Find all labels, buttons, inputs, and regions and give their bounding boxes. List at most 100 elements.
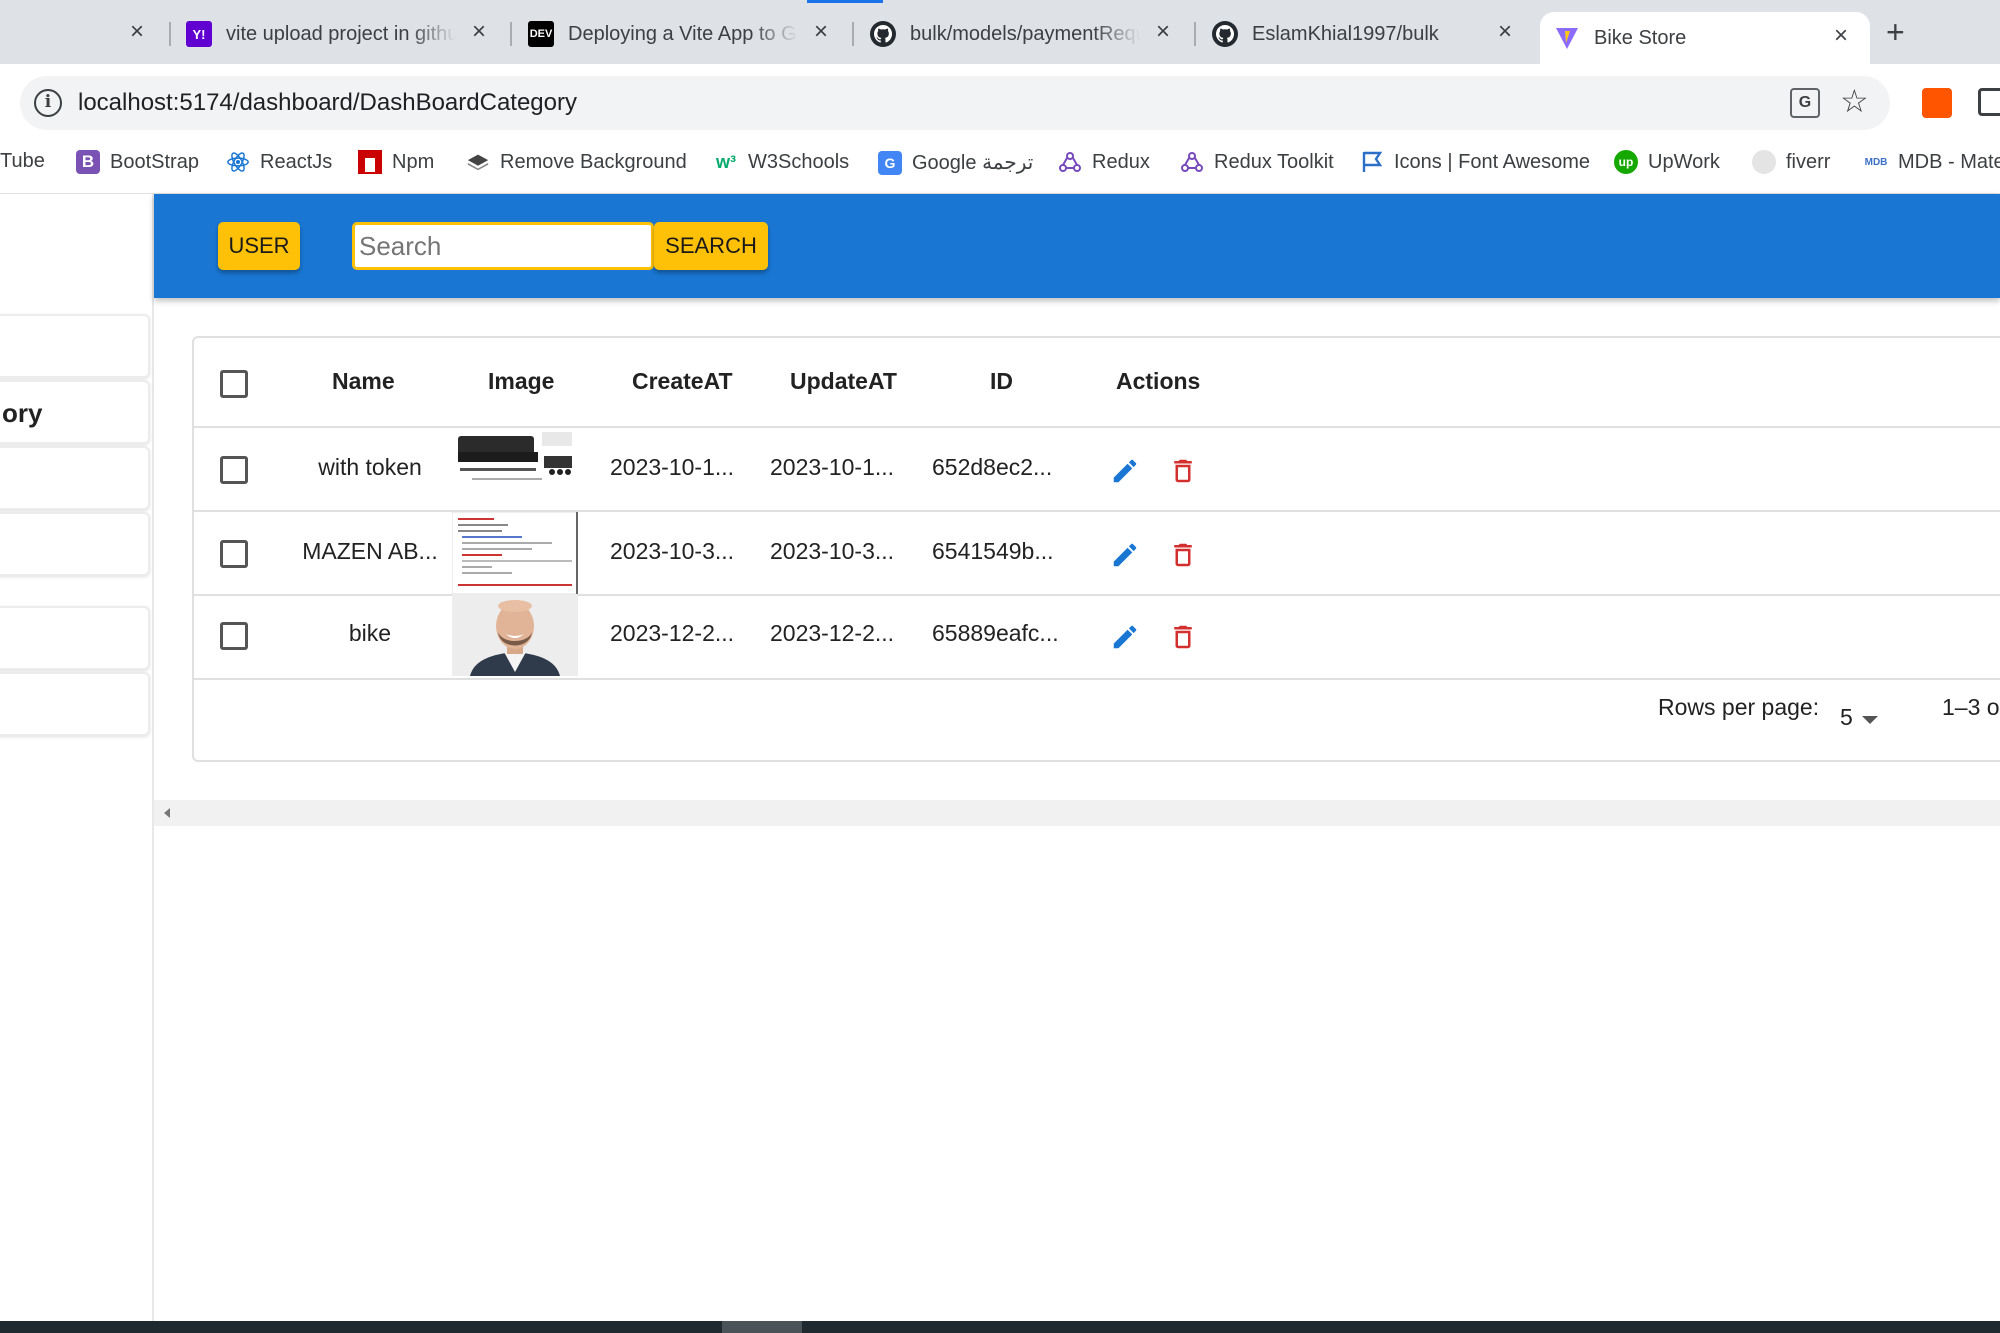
bookmark-label: W3Schools — [748, 150, 850, 173]
edit-icon[interactable] — [1110, 456, 1140, 486]
edit-icon[interactable] — [1110, 622, 1140, 652]
search-input[interactable] — [352, 222, 654, 270]
fiverr-icon — [1752, 150, 1776, 174]
sidebar-item-category[interactable]: ory — [0, 380, 150, 444]
close-icon[interactable]: × — [1834, 22, 1848, 50]
cell-updateat: 2023-10-1... — [770, 454, 895, 480]
os-taskbar — [0, 1321, 2000, 1333]
column-header-createat[interactable]: CreateAT — [632, 368, 733, 395]
scroll-left-icon[interactable] — [164, 808, 170, 818]
address-bar[interactable]: i localhost:5174/dashboard/DashBoardCate… — [20, 76, 1890, 130]
close-icon[interactable]: × — [1156, 18, 1170, 46]
tab-bike-store[interactable]: Bike Store × — [1540, 12, 1870, 64]
cell-id: 6541549b... — [932, 538, 1054, 564]
bookmark-label: BootStrap — [110, 150, 199, 173]
bookmark-label: Npm — [392, 150, 435, 173]
removebg-icon — [466, 150, 490, 174]
tab-title: Deploying a Vite App to Gi — [568, 22, 798, 45]
translate-icon[interactable]: G — [1790, 88, 1820, 118]
bookmark-label: Tube — [0, 150, 45, 172]
sidebar-item[interactable] — [0, 672, 150, 736]
delete-icon[interactable] — [1168, 456, 1198, 486]
select-all-checkbox[interactable] — [220, 370, 248, 398]
rows-per-page-select[interactable]: 5 — [1840, 704, 1890, 734]
category-data-grid: Name Image CreateAT UpdateAT ID Actions … — [192, 336, 2000, 762]
column-header-updateat[interactable]: UpdateAT — [790, 368, 897, 395]
close-icon[interactable]: × — [814, 18, 828, 46]
app-bar: USER SEARCH — [154, 194, 2000, 298]
cell-createat: 2023-12-2... — [610, 620, 735, 646]
bookmark-fiverr[interactable]: fiverr — [1752, 150, 1830, 174]
fontawesome-icon — [1360, 150, 1384, 174]
bootstrap-icon: B — [76, 150, 100, 174]
new-tab-button[interactable]: + — [1886, 14, 1905, 51]
column-header-actions[interactable]: Actions — [1116, 368, 1200, 395]
category-image — [452, 428, 578, 510]
sidebar-item[interactable] — [0, 446, 150, 510]
bookmark-mdb[interactable]: MDB MDB - Mate — [1864, 150, 2000, 174]
redux-icon — [1058, 150, 1082, 174]
tab-bulk-payment[interactable]: bulk/models/paymentRequ × — [870, 12, 1192, 56]
bookmark-bootstrap[interactable]: B BootStrap — [76, 150, 199, 174]
tab-deploying-vite[interactable]: DEV Deploying a Vite App to Gi × — [528, 12, 850, 56]
search-button[interactable]: SEARCH — [654, 222, 768, 270]
site-info-icon[interactable]: i — [34, 89, 62, 117]
edit-icon[interactable] — [1110, 540, 1140, 570]
row-checkbox[interactable] — [220, 622, 248, 650]
close-icon[interactable]: × — [130, 18, 144, 46]
bookmark-redux-toolkit[interactable]: Redux Toolkit — [1180, 150, 1334, 174]
close-icon[interactable]: × — [472, 18, 486, 46]
redux-icon — [1180, 150, 1204, 174]
sidebar-item[interactable] — [0, 606, 150, 670]
row-checkbox[interactable] — [220, 540, 248, 568]
bookmark-google-translate[interactable]: G Google ترجمة — [878, 150, 1033, 175]
soundcloud-extension-icon[interactable] — [1922, 88, 1952, 118]
cell-updateat: 2023-12-2... — [770, 620, 895, 646]
tab-title: bulk/models/paymentRequ — [910, 22, 1140, 45]
bookmark-redux[interactable]: Redux — [1058, 150, 1150, 174]
tab-eslamkhial-bulk[interactable]: EslamKhial1997/bulk × — [1212, 12, 1534, 56]
tab-title: vite upload project in githu — [226, 22, 456, 45]
rows-per-page-label: Rows per page: — [1658, 694, 1820, 720]
bookmark-label: Redux — [1092, 150, 1150, 173]
delete-icon[interactable] — [1168, 622, 1198, 652]
bookmark-label: Redux Toolkit — [1214, 150, 1334, 173]
bookmark-npm[interactable]: Npm — [358, 150, 434, 174]
bookmark-font-awesome[interactable]: Icons | Font Awesome — [1360, 150, 1590, 174]
pagination-info: 1–3 o — [1942, 694, 2000, 720]
bookmark-label: ReactJs — [260, 150, 333, 173]
taskbar-item[interactable] — [722, 1321, 802, 1333]
bookmark-reactjs[interactable]: ReactJs — [226, 150, 332, 174]
chevron-down-icon — [1862, 716, 1878, 724]
close-icon[interactable]: × — [1498, 18, 1512, 46]
bookmark-upwork[interactable]: up UpWork — [1614, 150, 1720, 174]
bookmark-label: MDB - Mate — [1898, 150, 2000, 173]
row-checkbox[interactable] — [220, 456, 248, 484]
column-header-image[interactable]: Image — [488, 368, 554, 395]
bookmark-label: Google ترجمة — [912, 152, 1034, 174]
sidebar-item[interactable] — [0, 512, 150, 576]
url-text[interactable]: localhost:5174/dashboard/DashBoardCatego… — [78, 89, 577, 117]
bookmark-youtube[interactable]: Tube — [0, 150, 45, 173]
tab-separator — [852, 22, 854, 46]
delete-icon[interactable] — [1168, 540, 1198, 570]
tab-separator — [169, 22, 171, 46]
tab-title: Bike Store — [1594, 26, 1687, 49]
cell-createat: 2023-10-1... — [610, 454, 735, 480]
bookmark-w3schools[interactable]: w³ W3Schools — [714, 150, 849, 174]
sidebar-item[interactable] — [0, 314, 150, 378]
tab-vite-upload[interactable]: Y! vite upload project in githu × — [186, 12, 508, 56]
column-header-name[interactable]: Name — [332, 368, 395, 395]
horizontal-scrollbar[interactable] — [154, 800, 2000, 826]
w3schools-icon: w³ — [716, 151, 736, 172]
tab-separator — [1194, 22, 1196, 46]
extensions-icon[interactable] — [1978, 88, 2000, 116]
bookmark-star-icon[interactable]: ☆ — [1840, 82, 1869, 120]
bookmark-remove-background[interactable]: Remove Background — [466, 150, 687, 174]
tab-loading-indicator — [807, 0, 883, 3]
tab-youtube[interactable]: × — [0, 12, 170, 56]
bookmark-label: Icons | Font Awesome — [1394, 150, 1591, 173]
user-button[interactable]: USER — [218, 222, 300, 270]
github-icon — [1212, 21, 1238, 47]
column-header-id[interactable]: ID — [990, 368, 1013, 395]
